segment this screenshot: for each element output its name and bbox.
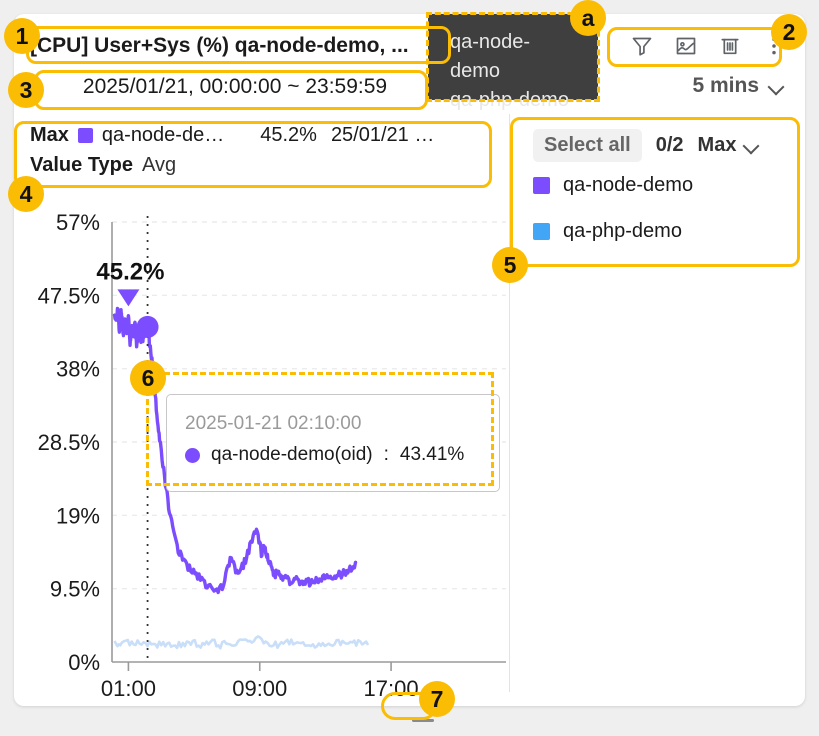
legend-item-qa-node-demo[interactable]: qa-node-demo (533, 162, 803, 208)
chart-toolbar (629, 30, 787, 62)
x-axis-tick-label: 17:00 (364, 676, 419, 700)
highlighted-data-point (136, 315, 159, 338)
select-all-button[interactable]: Select all (533, 128, 642, 162)
page-title: [CPU] User+Sys (%) qa-node-demo, ... (30, 34, 409, 57)
chevron-down-icon (744, 140, 760, 150)
x-axis-tick-label: 09:00 (232, 676, 287, 700)
tooltip-separator: : (383, 444, 389, 465)
tooltip-series-row: qa-node-demo(oid) : 43.41% (185, 439, 481, 471)
title-tooltip-line-2: qa-php-demo (450, 89, 569, 111)
stats-valuetype-label: Value Type (30, 153, 134, 176)
peak-value-label: 45.2% (96, 258, 164, 285)
legend-aggregation-selector[interactable]: Max (698, 134, 761, 157)
y-axis-tick-label: 0% (68, 650, 100, 675)
y-axis-tick-label: 9.5% (50, 577, 100, 602)
stats-series-swatch (77, 127, 93, 143)
interval-label: 5 mins (692, 74, 759, 97)
legend-header: Select all 0/2 Max (533, 128, 803, 162)
y-axis-tick-label: 28.5% (38, 430, 100, 455)
peak-marker-triangle (117, 289, 140, 307)
annotation-badge-6: 6 (130, 360, 166, 396)
annotation-badge-1: 1 (4, 18, 40, 54)
stats-valuetype-row: Value Type Avg (30, 150, 486, 180)
date-range-navigator[interactable]: ‹ 2025/01/21, 00:00:00 ~ 23:59:59 › (30, 70, 440, 104)
screenshot-root: [CPU] User+Sys (%) qa-node-demo, ... ‹ 2… (0, 0, 819, 736)
title-tooltip-line-1: qa-node-demo (450, 31, 531, 82)
series-line-qa-php-demo (113, 635, 370, 650)
annotation-badge-2: 2 (771, 14, 807, 50)
trash-icon[interactable] (717, 33, 743, 59)
tooltip-series-value: 43.41% (399, 444, 465, 465)
annotation-badge-3: 3 (8, 72, 44, 108)
stats-max-time: 25/01/21 … (330, 123, 435, 146)
chevron-down-icon (769, 81, 785, 91)
annotation-badge-7: 7 (419, 681, 455, 717)
legend-swatch (533, 222, 550, 240)
annotation-badge-4: 4 (8, 176, 44, 212)
y-axis-tick-label: 19% (56, 503, 100, 528)
x-axis-tick-label: 01:00 (101, 676, 156, 700)
chart-point-tooltip: 2025-01-21 02:10:00 qa-node-demo(oid) : … (166, 394, 500, 492)
panel-divider (509, 114, 510, 692)
resize-grip-icon (412, 718, 434, 722)
legend-selected-count: 0/2 (655, 133, 684, 156)
interval-selector[interactable]: 5 mins (692, 74, 785, 98)
y-axis-tick-label: 57% (56, 210, 100, 235)
stats-summary: Max qa-node-de… 45.2% 25/01/21 … Value T… (30, 120, 486, 182)
legend-item-label: qa-node-demo (563, 173, 694, 196)
stats-max-row: Max qa-node-de… 45.2% 25/01/21 … (30, 120, 486, 150)
tooltip-series-dot (185, 447, 200, 463)
y-axis-tick-label: 38% (56, 357, 100, 382)
stats-max-value: 45.2% (260, 123, 317, 146)
chart-image-icon[interactable] (673, 33, 699, 59)
legend-aggregation-label: Max (697, 133, 737, 156)
legend-swatch (533, 176, 550, 194)
series-legend-panel: Select all 0/2 Max qa-node-demo qa-php-d… (533, 128, 803, 254)
annotation-badge-a: a (570, 0, 606, 36)
annotation-badge-5: 5 (492, 247, 528, 283)
legend-item-qa-php-demo[interactable]: qa-php-demo (533, 208, 803, 254)
y-axis-tick-label: 47.5% (38, 283, 100, 308)
chart-card: [CPU] User+Sys (%) qa-node-demo, ... ‹ 2… (14, 14, 805, 722)
date-range-label[interactable]: 2025/01/21, 00:00:00 ~ 23:59:59 (54, 75, 416, 99)
legend-item-label: qa-php-demo (563, 219, 682, 242)
filter-icon[interactable] (629, 33, 655, 59)
tooltip-series-name: qa-node-demo(oid) (211, 444, 373, 465)
tooltip-timestamp: 2025-01-21 02:10:00 (185, 413, 362, 434)
stats-valuetype-value: Avg (142, 153, 177, 176)
stats-series-name: qa-node-de… (101, 123, 225, 146)
stats-max-label: Max (30, 123, 69, 146)
